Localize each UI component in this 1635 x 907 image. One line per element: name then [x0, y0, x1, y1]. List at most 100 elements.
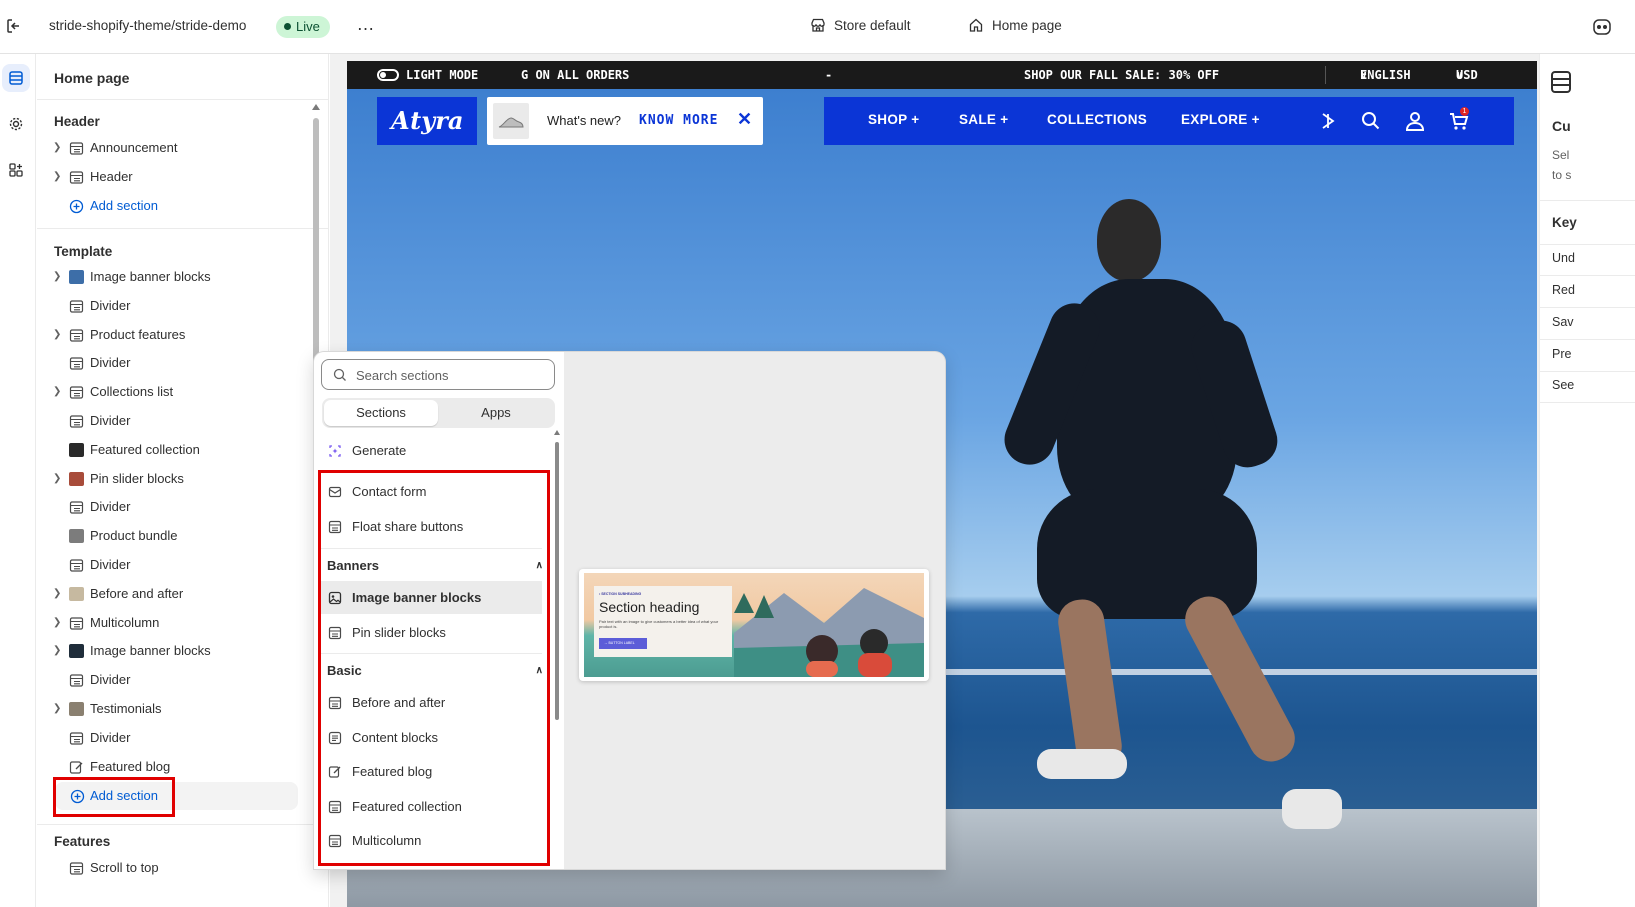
sidebar-item-label: Product features	[90, 326, 186, 342]
chevron-right-icon[interactable]: ❯	[53, 378, 65, 406]
sidebar-item-divider[interactable]: Divider	[51, 724, 327, 752]
sidebar-item-product-features[interactable]: ❯ Product features	[51, 321, 327, 349]
header-group-title: Header	[54, 114, 100, 129]
sidebar-item-announcement[interactable]: ❯ Announcement	[51, 134, 327, 162]
sidebar-item-testimonials[interactable]: ❯ Testimonials	[51, 695, 327, 723]
more-actions-button[interactable]: …	[352, 12, 380, 40]
section-thumbnail	[69, 702, 84, 716]
sidebar-item-divider[interactable]: Divider	[51, 551, 327, 579]
home-icon	[969, 18, 983, 32]
sidebar-item-scroll-to-top[interactable]: Scroll to top	[51, 854, 327, 882]
chevron-right-icon[interactable]: ❯	[53, 134, 65, 162]
scrollbar-thumb[interactable]	[555, 442, 559, 720]
sidebar-item-before-and-after[interactable]: ❯ Before and after	[51, 580, 327, 608]
shortcut-row: Sav	[1552, 315, 1574, 329]
search-sections-field[interactable]	[321, 359, 555, 390]
sidebar-item-header[interactable]: ❯ Header	[51, 163, 327, 191]
sidebar-item-divider[interactable]: Divider	[51, 407, 327, 435]
compare-icon[interactable]	[1317, 110, 1339, 132]
sidebar-item-product-bundle[interactable]: Product bundle	[51, 522, 327, 550]
sidebar-item-image-banner-blocks[interactable]: ❯ Image banner blocks	[51, 637, 327, 665]
sidebar-item-featured-collection[interactable]: Featured collection	[51, 436, 327, 464]
sidebar-item-pin-slider-blocks[interactable]: ❯ Pin slider blocks	[51, 465, 327, 493]
runner-head	[1097, 199, 1161, 281]
chevron-right-icon[interactable]: ❯	[53, 637, 65, 665]
divider	[37, 99, 329, 100]
features-group-title: Features	[54, 834, 111, 849]
light-mode-toggle[interactable]	[377, 69, 399, 81]
page-selector[interactable]: Home page	[968, 17, 1062, 33]
divider	[37, 228, 329, 229]
section-icon	[69, 171, 84, 184]
exit-icon[interactable]	[4, 16, 24, 36]
chevron-right-icon[interactable]: ❯	[53, 465, 65, 493]
sidebar-item-label: Divider	[90, 413, 131, 428]
chevron-right-icon[interactable]: ❯	[53, 695, 65, 723]
section-thumbnail	[69, 270, 84, 284]
sidebar-item-divider[interactable]: Divider	[51, 493, 327, 521]
sidebar-item-divider[interactable]: Divider	[51, 292, 327, 320]
section-icon	[69, 357, 84, 370]
scroll-up-arrow-icon[interactable]	[312, 104, 320, 110]
shortcut-row: Red	[1552, 283, 1575, 297]
shortcut-row: Und	[1552, 251, 1575, 265]
scrollbar-thumb[interactable]	[313, 118, 319, 368]
settings-rail-button[interactable]	[2, 110, 30, 138]
chevron-right-icon[interactable]: ❯	[53, 580, 65, 608]
nav-sale[interactable]: SALE +	[959, 112, 1008, 127]
chevron-right-icon[interactable]: ❯	[53, 321, 65, 349]
nav-explore[interactable]: EXPLORE +	[1181, 112, 1260, 127]
add-section-header-button[interactable]: Add section	[51, 192, 327, 220]
chevron-right-icon[interactable]: ❯	[53, 163, 65, 191]
sparkle-icon	[329, 445, 341, 457]
account-icon[interactable]	[1404, 110, 1426, 132]
sections-rail-button[interactable]	[2, 64, 30, 92]
preview-eyebrow: • SECTION SUBHEADING	[599, 592, 642, 596]
store-logo[interactable]: Аtyra	[377, 97, 477, 145]
preview-button: → BUTTON LABEL	[599, 638, 647, 649]
store-icon	[811, 18, 825, 32]
scroll-up-arrow-icon[interactable]	[554, 430, 560, 435]
apps-rail-button[interactable]	[2, 156, 30, 184]
tab-apps[interactable]: Apps	[439, 400, 553, 426]
marquee-text: G ON ALL ORDERS	[521, 68, 630, 82]
picker-scrollbar[interactable]	[553, 430, 561, 869]
sidebar-item-multicolumn[interactable]: ❯ Multicolumn	[51, 609, 327, 637]
tab-sections[interactable]: Sections	[324, 400, 438, 426]
shortcuts-title: Key	[1552, 215, 1577, 230]
mask-icon[interactable]	[1592, 17, 1612, 37]
gear-icon	[9, 117, 23, 131]
chevron-right-icon[interactable]: ❯	[53, 609, 65, 637]
sidebar-item-label: Pin slider blocks	[90, 470, 184, 486]
sale-text: SHOP OUR FALL SALE: 30% OFF	[1024, 68, 1220, 82]
know-more-link[interactable]: KNOW MORE	[639, 113, 718, 128]
generate-button[interactable]: Generate	[321, 434, 542, 467]
context-label: Store default	[834, 18, 911, 33]
sidebar-item-collections-list[interactable]: ❯ Collections list	[51, 378, 327, 406]
highlight-box	[53, 777, 175, 817]
apps-icon	[9, 163, 23, 177]
sidebar-item-image-banner-blocks[interactable]: ❯ Image banner blocks	[51, 263, 327, 291]
store-path[interactable]: stride-shopify-theme/stride-demo	[49, 18, 246, 33]
sidebar-item-divider[interactable]: Divider	[51, 666, 327, 694]
chevron-down-icon: ∨	[1360, 68, 1368, 82]
template-group-title: Template	[54, 244, 113, 259]
generate-label: Generate	[352, 443, 407, 458]
section-icon	[69, 862, 84, 875]
section-icon	[69, 674, 84, 687]
context-selector[interactable]: Store default	[810, 17, 911, 33]
section-preview-card: • SECTION SUBHEADING Section heading Pai…	[579, 569, 929, 681]
chevron-right-icon[interactable]: ❯	[53, 263, 65, 291]
search-sections-input[interactable]	[356, 366, 546, 384]
close-icon[interactable]: ✕	[737, 109, 752, 130]
nav-shop[interactable]: SHOP +	[868, 112, 919, 127]
shortcut-row: See	[1552, 378, 1575, 392]
sidebar-item-label: Image banner blocks	[90, 269, 211, 284]
sidebar-item-divider[interactable]: Divider	[51, 349, 327, 377]
search-icon[interactable]	[1360, 110, 1382, 132]
nav-collections[interactable]: COLLECTIONS	[1047, 112, 1147, 127]
picker-tabs: Sections Apps	[322, 398, 555, 428]
page-label: Home page	[992, 18, 1062, 33]
chevron-down-icon: ∨	[1456, 68, 1464, 82]
sidebar-item-label: Divider	[90, 355, 131, 371]
